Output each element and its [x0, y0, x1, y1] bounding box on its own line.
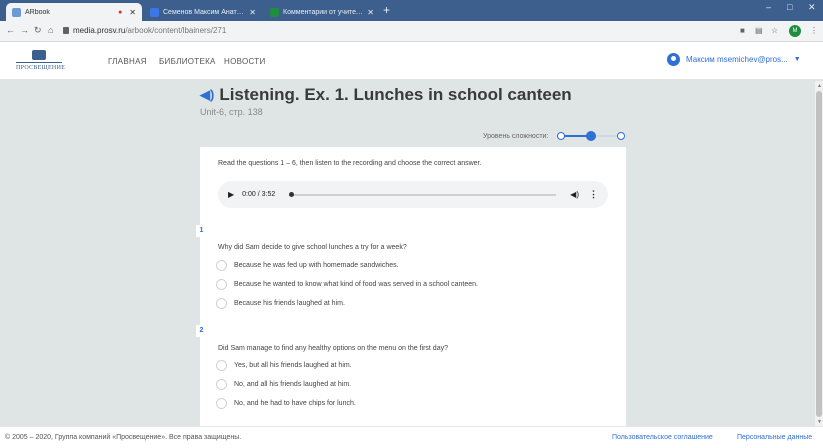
- audio-progress-bar[interactable]: [289, 191, 557, 197]
- instructions: Read the questions 1 – 6, then listen to…: [218, 160, 482, 167]
- minimize-button[interactable]: –: [766, 2, 771, 12]
- scroll-up-icon[interactable]: ▲: [817, 83, 822, 89]
- menu-kebab-icon[interactable]: ⋮: [810, 26, 818, 35]
- answer-option[interactable]: Because he was fed up with homemade sand…: [216, 260, 399, 271]
- question-text: Why did Sam decide to give school lunche…: [218, 244, 407, 251]
- lesson-title: ◀) Listening. Ex. 1. Lunches in school c…: [200, 85, 572, 105]
- close-icon[interactable]: ✕: [129, 8, 136, 17]
- scroll-down-icon[interactable]: ▼: [817, 419, 822, 425]
- answer-option[interactable]: No, and all his friends laughed at him.: [216, 379, 351, 390]
- recording-icon: ●: [118, 8, 123, 16]
- prosveshchenie-logo[interactable]: ПРОСВЕЩЕНИЕ: [16, 50, 66, 71]
- option-label: Yes, but all his friends laughed at him.: [234, 362, 352, 369]
- option-label: No, and all his friends laughed at him.: [234, 381, 352, 388]
- volume-icon[interactable]: ◀): [570, 190, 579, 199]
- page-scrollbar[interactable]: ▲ ▼: [815, 81, 823, 426]
- main-content: ◀) Listening. Ex. 1. Lunches in school c…: [0, 81, 815, 426]
- radio-button[interactable]: [216, 360, 227, 371]
- user-email: Максим msemichev@pros...: [686, 55, 788, 64]
- answer-option[interactable]: Because his friends laughed at him.: [216, 298, 345, 309]
- camera-icon[interactable]: ■: [740, 26, 745, 35]
- audio-time: 0:00 / 3:52: [242, 191, 276, 198]
- option-label: Because he wanted to know what kind of f…: [234, 281, 478, 288]
- question-number: 2: [196, 325, 207, 337]
- play-icon[interactable]: ▶: [228, 190, 234, 199]
- tab-title: ARbook: [25, 8, 50, 16]
- copyright: © 2005 – 2020, Группа компаний «Просвеще…: [5, 434, 242, 441]
- back-arrow-icon[interactable]: ←: [6, 25, 15, 35]
- translate-icon[interactable]: ▤: [755, 26, 763, 35]
- lesson-subtitle: Unit-6, стр. 138: [200, 107, 263, 117]
- radio-button[interactable]: [216, 260, 227, 271]
- slider-level-dot[interactable]: [617, 132, 626, 140]
- bookmark-star-icon[interactable]: ☆: [771, 26, 778, 35]
- home-icon[interactable]: ⌂: [48, 25, 53, 35]
- forward-arrow-icon[interactable]: →: [20, 25, 29, 35]
- privacy-link[interactable]: Персональные данные: [737, 434, 812, 441]
- nav-news[interactable]: НОВОСТИ: [224, 57, 266, 66]
- slider-level-dot[interactable]: [557, 132, 566, 140]
- exercise-card: Read the questions 1 – 6, then listen to…: [196, 147, 626, 426]
- speaker-icon[interactable]: ◀): [200, 87, 214, 103]
- scrollbar-thumb[interactable]: [816, 91, 822, 417]
- nav-home[interactable]: ГЛАВНАЯ: [108, 57, 147, 66]
- answer-option[interactable]: No, and he had to have chips for lunch.: [216, 398, 356, 409]
- chevron-down-icon: ▼: [793, 56, 801, 63]
- browser-tab-strip: ARbook ● ✕ Семенов Максим Анатольевич ✕ …: [0, 0, 823, 21]
- tab-student[interactable]: Семенов Максим Анатольевич ✕: [144, 3, 262, 21]
- slider-thumb[interactable]: [586, 131, 597, 141]
- tab-title: Комментарии от учителей · Go: [283, 8, 363, 16]
- logo-text: ПРОСВЕЩЕНИЕ: [16, 65, 66, 71]
- difficulty-slider[interactable]: [554, 130, 628, 142]
- url-host: media.prosv.ru: [73, 26, 126, 35]
- answer-option[interactable]: Yes, but all his friends laughed at him.: [216, 360, 352, 371]
- logo-rule: [16, 62, 62, 63]
- browser-toolbar: ← → ↻ ⌂ media.prosv.ru/arbook/content/lb…: [0, 21, 823, 42]
- question-number: 1: [196, 225, 207, 237]
- option-label: Because he was fed up with homemade sand…: [234, 262, 399, 269]
- logo-emblem-icon: [32, 50, 46, 60]
- close-icon[interactable]: ✕: [249, 8, 256, 17]
- nav-library[interactable]: БИБЛИОТЕКА: [159, 57, 216, 66]
- tab-arbook[interactable]: ARbook ● ✕: [6, 3, 142, 21]
- close-icon[interactable]: ✕: [367, 8, 374, 17]
- arbook-favicon-icon: [12, 7, 21, 17]
- new-tab-button[interactable]: +: [383, 3, 390, 17]
- user-avatar-icon: [667, 53, 680, 66]
- site-footer: © 2005 – 2020, Группа компаний «Просвеще…: [0, 426, 823, 448]
- user-menu[interactable]: Максим msemichev@pros... ▼: [667, 53, 801, 66]
- option-label: No, and he had to have chips for lunch.: [234, 400, 356, 407]
- radio-button[interactable]: [216, 379, 227, 390]
- difficulty-control: Уровень сложности:: [483, 130, 628, 142]
- terms-link[interactable]: Пользовательское соглашение: [612, 434, 713, 441]
- site-header: ПРОСВЕЩЕНИЕ ГЛАВНАЯ БИБЛИОТЕКА НОВОСТИ М…: [0, 42, 823, 80]
- lock-icon: [63, 27, 69, 34]
- maximize-button[interactable]: □: [787, 2, 792, 12]
- audio-player: ▶ 0:00 / 3:52 ◀) ⋮: [218, 181, 608, 208]
- radio-button[interactable]: [216, 298, 227, 309]
- close-window-button[interactable]: ✕: [808, 2, 816, 13]
- url-path: /arbook/content/lbainers/271: [125, 26, 227, 35]
- tab-title: Семенов Максим Анатольевич: [163, 8, 245, 16]
- classroom-favicon-icon: [150, 7, 159, 17]
- address-bar[interactable]: media.prosv.ru/arbook/content/lbainers/2…: [73, 26, 226, 35]
- more-options-icon[interactable]: ⋮: [589, 189, 598, 200]
- radio-button[interactable]: [216, 279, 227, 290]
- radio-button[interactable]: [216, 398, 227, 409]
- browser-profile-avatar[interactable]: М: [789, 25, 801, 37]
- question-text: Did Sam manage to find any healthy optio…: [218, 345, 448, 352]
- option-label: Because his friends laughed at him.: [234, 300, 345, 307]
- lesson-title-text: Listening. Ex. 1. Lunches in school cant…: [219, 85, 572, 104]
- reload-icon[interactable]: ↻: [34, 25, 42, 36]
- classroom-favicon-icon: [270, 7, 279, 17]
- tab-comments[interactable]: Комментарии от учителей · Go ✕: [264, 3, 380, 21]
- difficulty-label: Уровень сложности:: [483, 132, 549, 140]
- answer-option[interactable]: Because he wanted to know what kind of f…: [216, 279, 478, 290]
